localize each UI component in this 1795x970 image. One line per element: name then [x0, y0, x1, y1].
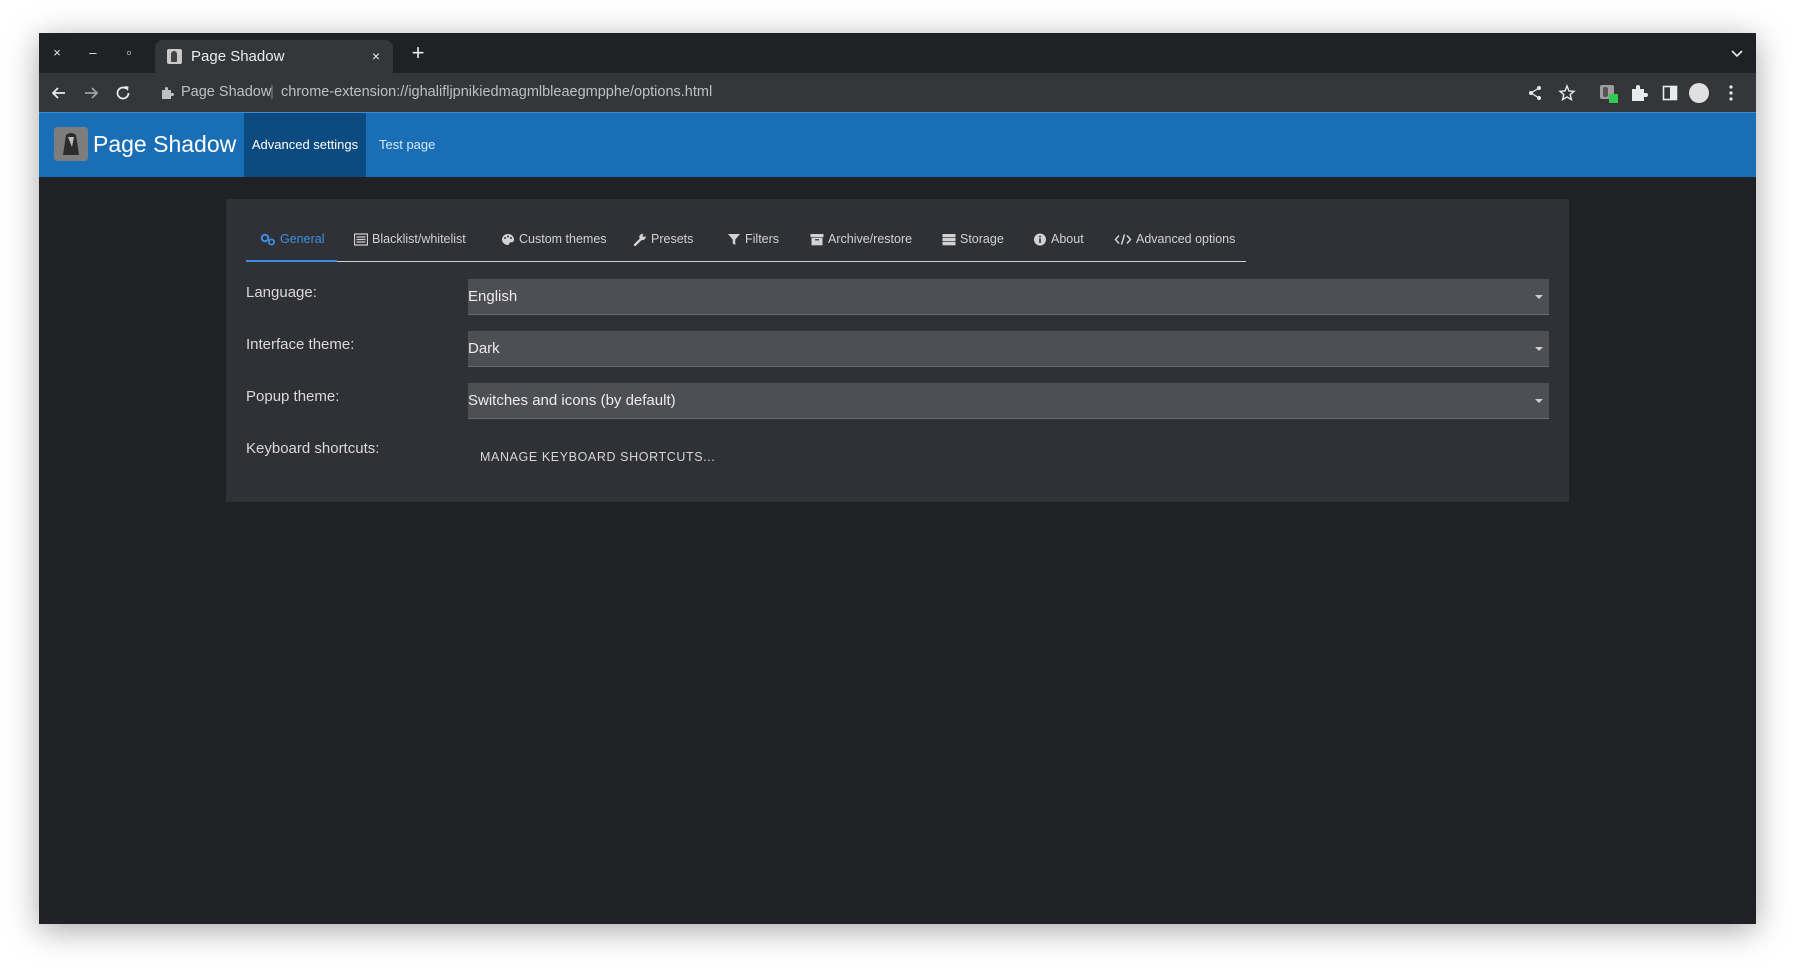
language-label: Language: — [246, 284, 317, 301]
window-close-button[interactable]: × — [47, 43, 67, 63]
interface-theme-value: Dark — [468, 340, 500, 357]
popup-theme-value: Switches and icons (by default) — [468, 392, 676, 409]
tab-about[interactable]: About — [1033, 229, 1084, 261]
interface-theme-select[interactable]: Dark — [468, 331, 1549, 367]
share-icon[interactable] — [1524, 82, 1546, 104]
language-select[interactable]: English — [468, 279, 1549, 315]
app-header: Page Shadow Advanced settings Test page — [39, 112, 1756, 177]
page-shadow-favicon-icon — [167, 49, 182, 64]
tab-advanced-options-label: Advanced options — [1136, 232, 1236, 246]
tab-storage-label: Storage — [960, 232, 1004, 246]
tab-storage[interactable]: Storage — [942, 229, 1004, 261]
info-icon — [1034, 233, 1046, 246]
more-menu-icon[interactable] — [1720, 82, 1742, 104]
forward-icon[interactable] — [80, 82, 102, 104]
popup-theme-label: Popup theme: — [246, 388, 340, 405]
tab-custom-themes-label: Custom themes — [519, 232, 607, 246]
profile-avatar[interactable] — [1689, 83, 1709, 103]
tab-strip: × – ▫ Page Shadow × + — [39, 33, 1756, 73]
list-icon — [354, 233, 368, 246]
nav-advanced-settings[interactable]: Advanced settings — [244, 113, 366, 177]
omnibox-url[interactable]: chrome-extension://ighalifljpnikiedmagml… — [281, 84, 712, 100]
new-tab-button[interactable]: + — [407, 42, 429, 64]
omnibox-site-name[interactable]: Page Shadow — [181, 84, 271, 100]
tab-presets[interactable]: Presets — [633, 229, 693, 261]
wrench-icon — [633, 233, 646, 246]
dropdown-caret-icon — [1535, 295, 1543, 299]
tab-close-button[interactable]: × — [367, 47, 385, 65]
bookmark-star-icon[interactable] — [1556, 82, 1578, 104]
browser-tab[interactable]: Page Shadow × — [155, 40, 393, 73]
dropdown-caret-icon — [1535, 347, 1543, 351]
tab-search-icon[interactable] — [1728, 45, 1746, 61]
storage-icon — [942, 234, 956, 246]
extension-puzzle-icon — [162, 87, 174, 99]
window-maximize-button[interactable]: ▫ — [119, 43, 139, 63]
tab-about-label: About — [1051, 232, 1084, 246]
app-title[interactable]: Page Shadow — [93, 131, 236, 158]
filter-icon — [728, 234, 740, 245]
tab-blacklist-whitelist[interactable]: Blacklist/whitelist — [354, 229, 466, 261]
settings-card: General Blacklist/whitelist Custom theme… — [226, 199, 1569, 502]
keyboard-shortcuts-label: Keyboard shortcuts: — [246, 440, 380, 457]
gears-icon — [260, 233, 275, 246]
tab-archive-restore[interactable]: Archive/restore — [810, 229, 912, 261]
tab-blacklist-whitelist-label: Blacklist/whitelist — [372, 232, 466, 246]
side-panel-icon[interactable] — [1659, 82, 1681, 104]
dropdown-caret-icon — [1535, 399, 1543, 403]
tab-filters-label: Filters — [745, 232, 780, 246]
page-shadow-logo-icon — [54, 127, 88, 161]
tab-general[interactable]: General — [246, 229, 337, 262]
omnibox-separator: | — [270, 83, 274, 100]
archive-icon — [810, 234, 824, 246]
popup-theme-select[interactable]: Switches and icons (by default) — [468, 383, 1549, 419]
nav-test-page[interactable]: Test page — [379, 113, 435, 177]
tab-presets-label: Presets — [651, 232, 694, 246]
browser-window: × – ▫ Page Shadow × + Page Shadow | chro… — [39, 33, 1756, 924]
code-icon — [1114, 234, 1132, 245]
tab-general-label: General — [280, 232, 325, 246]
back-icon[interactable] — [48, 82, 70, 104]
extensions-puzzle-icon[interactable] — [1628, 82, 1650, 104]
tab-filters[interactable]: Filters — [727, 229, 779, 261]
tab-advanced-options[interactable]: Advanced options — [1114, 229, 1235, 261]
reload-icon[interactable] — [112, 82, 134, 104]
tab-custom-themes[interactable]: Custom themes — [501, 229, 607, 261]
browser-toolbar: Page Shadow | chrome-extension://ighalif… — [39, 73, 1756, 112]
page-shadow-extension-icon[interactable] — [1597, 82, 1619, 104]
tab-archive-restore-label: Archive/restore — [828, 232, 913, 246]
window-minimize-button[interactable]: – — [83, 43, 103, 63]
settings-tabs: General Blacklist/whitelist Custom theme… — [246, 229, 1246, 262]
manage-keyboard-shortcuts-button[interactable]: MANAGE KEYBOARD SHORTCUTS... — [470, 445, 725, 469]
interface-theme-label: Interface theme: — [246, 336, 355, 353]
language-value: English — [468, 288, 518, 305]
tab-title: Page Shadow — [191, 48, 285, 65]
palette-icon — [502, 234, 514, 245]
